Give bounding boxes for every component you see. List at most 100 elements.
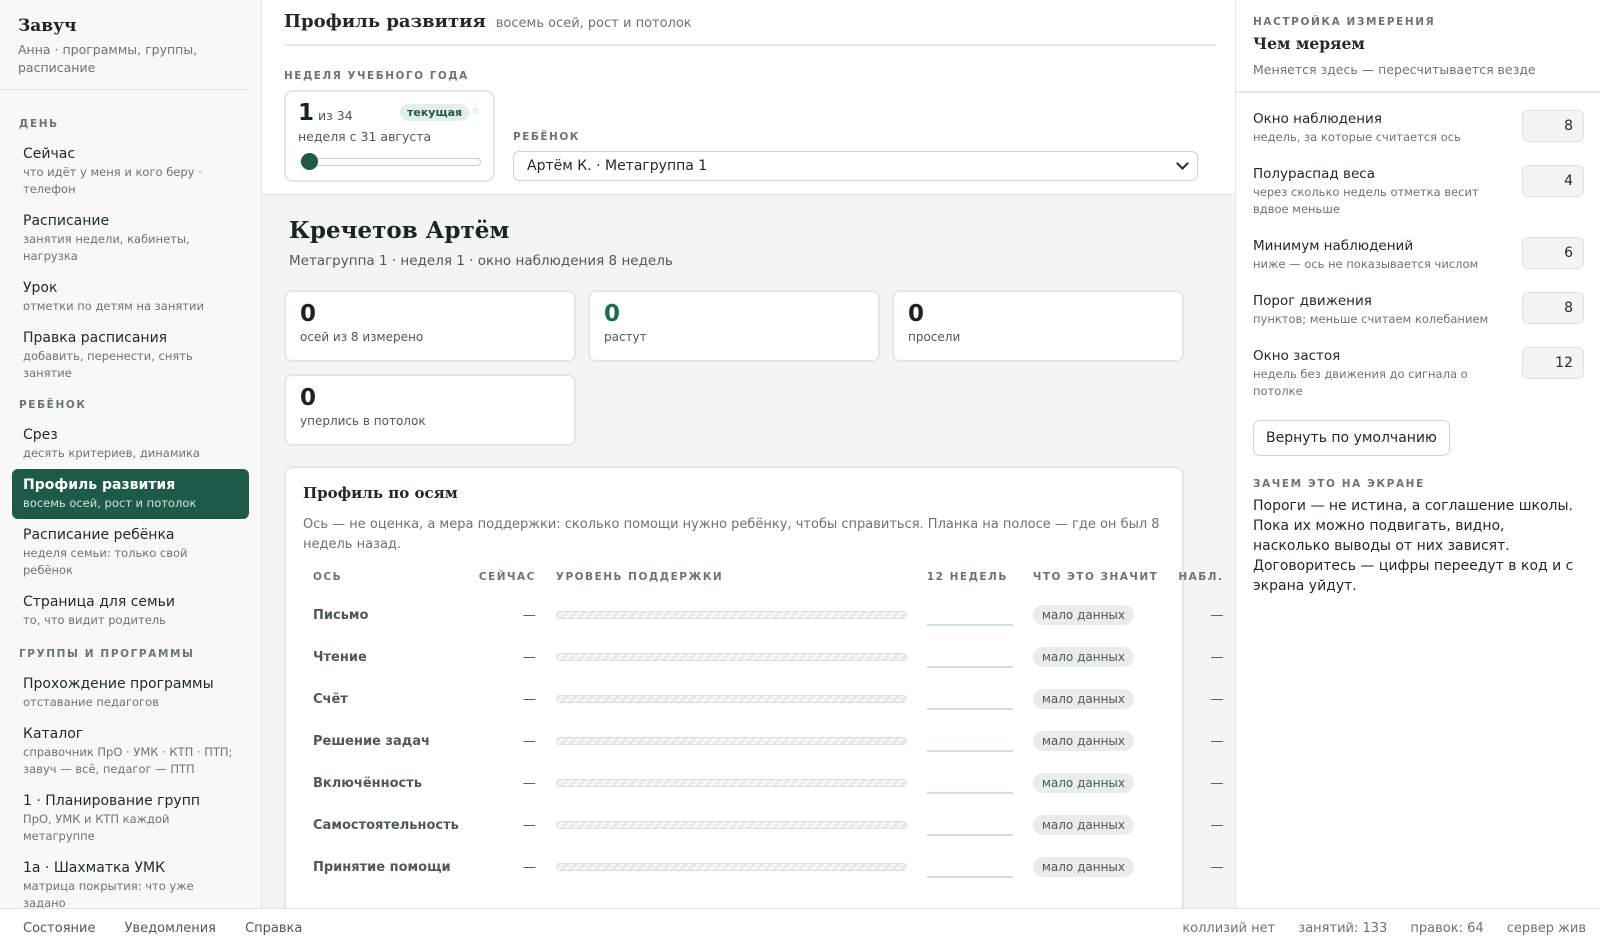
table-row: Решение задач — мало данных — (303, 720, 1233, 762)
half-life-input[interactable]: 4 (1522, 165, 1584, 197)
nav-item-schedule-edit[interactable]: Правка расписания добавить, перенести, с… (12, 322, 249, 389)
column-header: СЕЙЧАС (478, 571, 536, 583)
support-level-cell (546, 594, 917, 636)
chevron-down-icon (1176, 157, 1189, 170)
meaning-cell: мало данных (1023, 678, 1169, 720)
stat-cards: 0 осей из 8 измерено 0 растут 0 просели … (284, 290, 1209, 446)
axis-current-value: — (522, 733, 536, 749)
setting-name: Порог движения (1253, 293, 1372, 309)
app-title: Завуч (18, 16, 77, 36)
child-label: РЕБЁНОК (513, 131, 580, 143)
week-card: 1 из 34 текущая неделя с 31 августа (284, 90, 495, 182)
nav-item-title: Сейчас (23, 146, 76, 162)
nav-item-title: Срез (23, 427, 58, 443)
nav-item-title: Урок (23, 280, 58, 296)
trend-sparkline (926, 738, 1013, 752)
setting-text: Полураспад веса через сколько недель отм… (1253, 165, 1513, 218)
nav-item-title: Расписание (23, 213, 110, 229)
status-collisions: коллизий нет (1182, 920, 1276, 936)
table-row: Письмо — мало данных — (303, 594, 1233, 636)
column-header: УРОВЕНЬ ПОДДЕРЖКИ (555, 571, 724, 583)
nav-item-subtitle: неделя семьи: только свой ребёнок (23, 546, 188, 577)
week-control: НЕДЕЛЯ УЧЕБНОГО ГОДА 1 из 34 текущая неде… (284, 70, 495, 182)
meaning-badge: мало данных (1032, 689, 1134, 709)
meaning-cell: мало данных (1023, 720, 1169, 762)
nav-group-child: Срез десять критериев, динамика Профиль … (0, 419, 261, 636)
nav-item-subtitle: отметки по детям на занятии (23, 299, 204, 313)
table-row: Принятие помощи — мало данных — (303, 846, 1233, 888)
week-start-date: неделя с 31 августа (298, 129, 432, 144)
footer-status: коллизий нет занятий: 133 правок: 64 сер… (1164, 917, 1586, 936)
child-select-value: Артём К. · Метагруппа 1 (527, 158, 708, 174)
nav-item-slice[interactable]: Срез десять критериев, динамика (12, 419, 249, 469)
nav-item-now[interactable]: Сейчас что идёт у меня и кого беру · тел… (12, 138, 249, 205)
observation-window-input[interactable]: 8 (1522, 110, 1584, 142)
setting-min-observations: Минимум наблюдений ниже — ось не показыв… (1236, 218, 1600, 273)
sidebar: Завуч Анна · программы, группы, расписан… (0, 0, 262, 908)
axes-table-body: Письмо — мало данных — Чтение — мало данных — Сч… (303, 594, 1233, 888)
trend-sparkline (926, 696, 1013, 710)
settings-header: НАСТРОЙКА ИЗМЕРЕНИЯ Чем меряем Меняется … (1236, 0, 1600, 93)
meaning-cell: мало данных (1023, 846, 1169, 888)
footer-link-help[interactable]: Справка (245, 921, 302, 936)
support-level-bar (555, 695, 907, 703)
axis-name: Включённость (313, 775, 422, 791)
stagnation-window-input[interactable]: 12 (1522, 347, 1584, 379)
meaning-cell: мало данных (1023, 594, 1169, 636)
week-slider[interactable] (300, 153, 481, 170)
nav-item-development-profile[interactable]: Профиль развития восемь осей, рост и пот… (12, 469, 249, 519)
trend-cell (917, 678, 1023, 720)
stat-value: 0 (604, 301, 621, 327)
movement-threshold-input[interactable]: 8 (1522, 292, 1584, 324)
child-select[interactable]: Артём К. · Метагруппа 1 (513, 151, 1198, 181)
nav-item-subtitle: добавить, перенести, снять занятие (23, 349, 193, 380)
setting-hint: через сколько недель отметка весит вдвое… (1253, 185, 1479, 216)
axis-current-value: — (522, 691, 536, 707)
meaning-badge: мало данных (1032, 857, 1134, 877)
week-label: НЕДЕЛЯ УЧЕБНОГО ГОДА (284, 70, 469, 82)
support-level-cell (546, 720, 917, 762)
panel-description: Ось — не оценка, а мера поддержки: сколь… (303, 517, 1160, 552)
observations-count: — (1210, 733, 1224, 749)
app-subtitle: Анна · программы, группы, расписание (18, 42, 198, 75)
nav-item-title: 1 · Планирование групп (23, 793, 200, 809)
week-slider-thumb[interactable] (301, 153, 318, 170)
support-level-bar (555, 779, 907, 787)
axis-name: Самостоятельность (313, 817, 459, 833)
meaning-badge: мало данных (1032, 731, 1134, 751)
stat-value: 0 (300, 385, 317, 411)
nav-section-label: РЕБЁНОК (19, 399, 87, 411)
status-server: сервер жив (1506, 920, 1586, 936)
support-level-cell (546, 636, 917, 678)
nav-item-title: 1а · Шахматка УМК (23, 860, 166, 876)
reset-defaults-button[interactable]: Вернуть по умолчанию (1253, 420, 1450, 456)
nav-item-umk-matrix[interactable]: 1а · Шахматка УМК матрица покрытия: что … (12, 852, 249, 908)
meaning-badge: мало данных (1032, 815, 1134, 835)
footer-link-status[interactable]: Состояние (23, 921, 95, 936)
setting-text: Минимум наблюдений ниже — ось не показыв… (1253, 237, 1513, 273)
nav-item-group-planning[interactable]: 1 · Планирование групп ПрО, УМК и КТП ка… (12, 785, 249, 852)
why-text: Пороги — не истина, а соглашение школы. … (1253, 498, 1574, 594)
axis-current-value: — (522, 649, 536, 665)
table-row: Включённость — мало данных — (303, 762, 1233, 804)
min-observations-input[interactable]: 6 (1522, 237, 1584, 269)
nav-item-child-schedule[interactable]: Расписание ребёнка неделя семьи: только … (12, 519, 249, 586)
support-level-bar (555, 653, 907, 661)
nav-group-programs: Прохождение программы отставание педагог… (0, 668, 261, 908)
nav-item-subtitle: справочник ПрО · УМК · КТП · ПТП; завуч … (23, 745, 233, 776)
nav-item-lesson[interactable]: Урок отметки по детям на занятии (12, 272, 249, 322)
nav-item-program-progress[interactable]: Прохождение программы отставание педагог… (12, 668, 249, 718)
nav-group-day: Сейчас что идёт у меня и кого беру · тел… (0, 138, 261, 389)
observations-count: — (1210, 607, 1224, 623)
nav-item-subtitle: восемь осей, рост и потолок (23, 496, 197, 510)
settings-subtitle: Меняется здесь — пересчитывается везде (1253, 62, 1536, 77)
footer-link-notifications[interactable]: Уведомления (125, 921, 216, 936)
nav-item-catalog[interactable]: Каталог справочник ПрО · УМК · КТП · ПТП… (12, 718, 249, 785)
current-week-badge: текущая (400, 104, 470, 121)
stat-label: просели (908, 330, 961, 344)
nav-item-family-page[interactable]: Страница для семьи то, что видит родител… (12, 586, 249, 636)
nav-item-title: Страница для семьи (23, 594, 175, 610)
nav-item-schedule[interactable]: Расписание занятия недели, кабинеты, наг… (12, 205, 249, 272)
setting-hint: пунктов; меньше считаем колебанием (1253, 312, 1489, 326)
table-row: Счёт — мало данных — (303, 678, 1233, 720)
